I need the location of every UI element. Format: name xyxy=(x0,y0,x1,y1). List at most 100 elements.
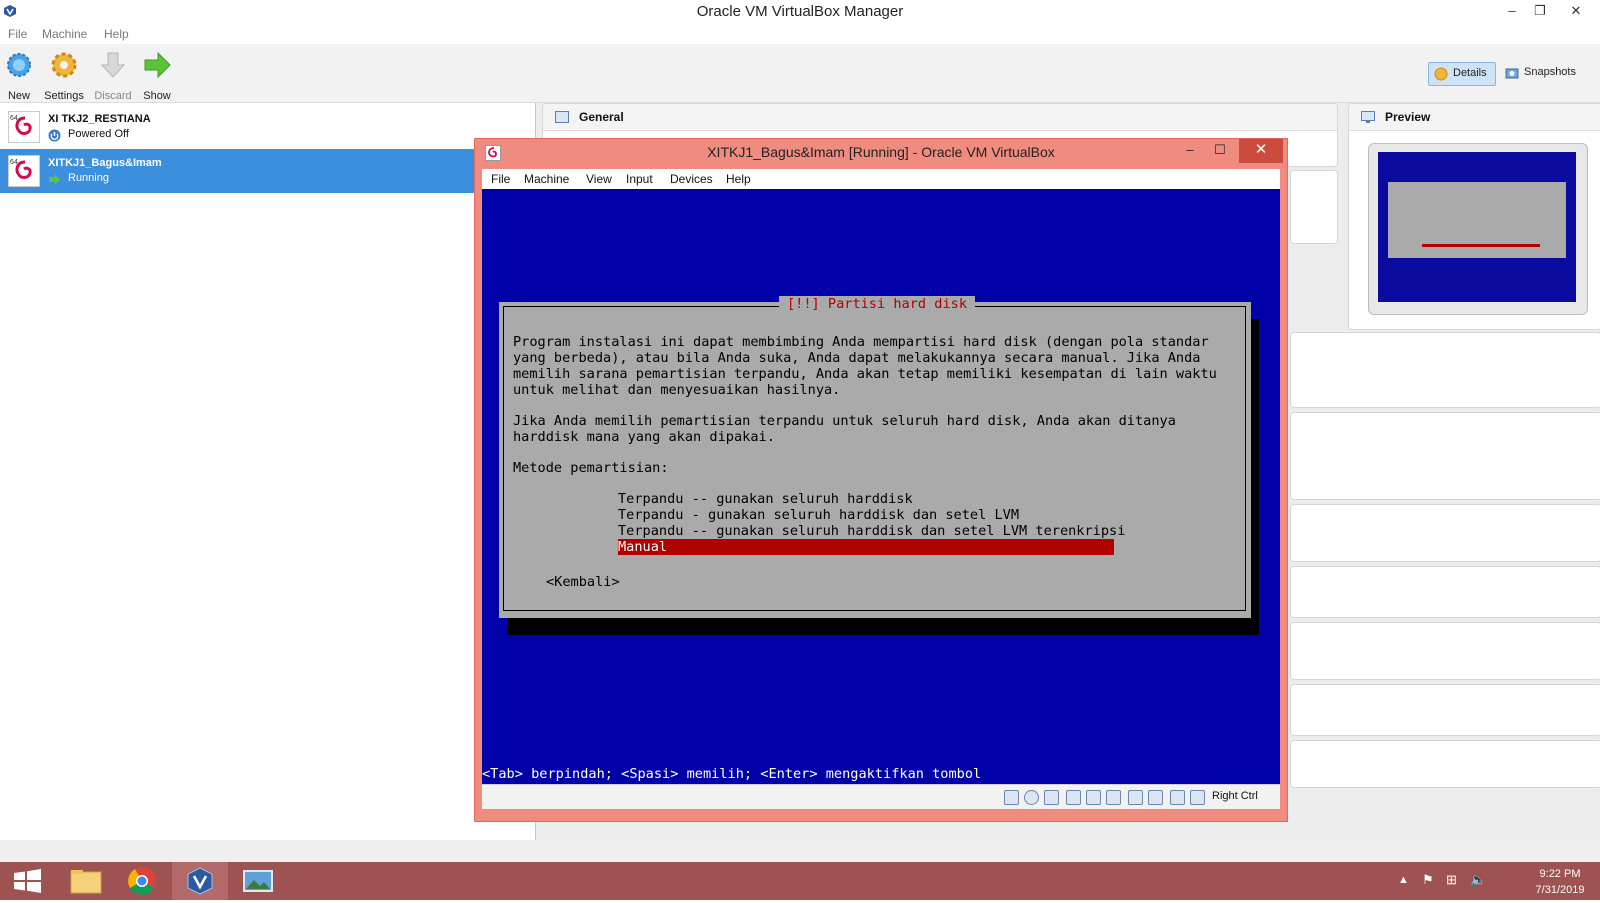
dialog-text-line: Program instalasi ini dapat membimbing A… xyxy=(513,334,1209,350)
detail-pane xyxy=(1290,622,1600,680)
show-button[interactable]: Show xyxy=(134,50,180,102)
vm-menu-file[interactable]: File xyxy=(491,172,510,186)
audio-icon[interactable] xyxy=(1044,790,1059,805)
partition-dialog: [!!] Partisi hard disk Program instalasi… xyxy=(499,296,1251,618)
flag-icon[interactable]: ⚑ xyxy=(1422,872,1434,888)
vm-item-xitkj1-bagus-imam[interactable]: 64 XITKJ1_Bagus&Imam Running xyxy=(0,149,535,193)
settings-icon xyxy=(51,52,77,78)
video-capture-icon[interactable] xyxy=(1148,790,1163,805)
manager-titlebar: Oracle VM VirtualBox Manager – ❐ ✕ xyxy=(0,0,1600,24)
dialog-title: [!!] Partisi hard disk xyxy=(786,296,968,312)
vm-list: 64 XI TKJ2_RESTIANA Powered Off 64 XITKJ… xyxy=(0,103,536,840)
general-icon xyxy=(555,111,569,123)
vm-name: XI TKJ2_RESTIANA xyxy=(48,113,151,125)
close-button[interactable]: ✕ xyxy=(1554,0,1598,22)
vm-maximize-button[interactable]: ☐ xyxy=(1205,139,1235,163)
debian-icon: 64 xyxy=(8,111,40,143)
network-icon[interactable] xyxy=(1066,790,1081,805)
vm-item-xi-tkj2-restiana[interactable]: 64 XI TKJ2_RESTIANA Powered Off xyxy=(0,105,535,149)
partition-option[interactable]: Terpandu - gunakan seluruh harddisk dan … xyxy=(618,507,1114,523)
dialog-text-line: Jika Anda memilih pemartisian terpandu u… xyxy=(513,413,1176,429)
dialog-text-line: memilih sarana pemartisian terpandu, And… xyxy=(513,366,1217,382)
detail-pane xyxy=(1290,332,1600,408)
new-button[interactable]: New xyxy=(0,50,42,102)
partition-option[interactable]: Terpandu -- gunakan seluruh harddisk dan… xyxy=(618,523,1125,539)
folder-icon xyxy=(70,870,102,894)
settings-button[interactable]: Settings xyxy=(41,50,87,102)
partition-option-selected[interactable]: Manual xyxy=(618,539,1114,555)
start-button[interactable] xyxy=(0,862,56,900)
vm-menu-help[interactable]: Help xyxy=(726,172,751,186)
discard-label: Discard xyxy=(94,90,132,102)
display-icon[interactable] xyxy=(1128,790,1143,805)
restore-button[interactable]: ❐ xyxy=(1526,0,1554,22)
detail-pane xyxy=(1290,170,1338,244)
optical-drive-icon[interactable] xyxy=(1024,790,1039,805)
vm-menubar: File Machine View Input Devices Help xyxy=(482,169,1280,189)
vm-menu-machine[interactable]: Machine xyxy=(524,172,569,186)
settings-label: Settings xyxy=(44,90,84,102)
vm-state: Running xyxy=(68,172,109,184)
vm-menu-input[interactable]: Input xyxy=(626,172,653,186)
snapshots-tab[interactable]: Snapshots xyxy=(1500,62,1584,84)
back-button[interactable]: <Kembali> xyxy=(546,574,620,590)
vm-minimize-button[interactable]: – xyxy=(1175,139,1205,163)
dialog-text-line: harddisk mana yang akan dipakai. xyxy=(513,429,775,445)
vm-menu-devices[interactable]: Devices xyxy=(670,172,713,186)
preview-screen xyxy=(1378,152,1576,302)
taskbar-file-explorer[interactable] xyxy=(58,862,114,900)
network-tray-icon[interactable]: ⊞ xyxy=(1446,872,1457,888)
preview-pane-title: Preview xyxy=(1385,110,1431,124)
manager-status-strip xyxy=(0,840,1600,862)
show-icon xyxy=(144,51,171,79)
mouse-integration-icon[interactable] xyxy=(1190,790,1205,805)
host-key-label: Right Ctrl xyxy=(1212,790,1258,802)
clock-time[interactable]: 9:22 PM xyxy=(1530,868,1590,880)
svg-text:64: 64 xyxy=(10,159,18,166)
new-label: New xyxy=(7,90,30,102)
details-icon xyxy=(1434,67,1448,81)
detail-pane xyxy=(1290,566,1600,618)
snapshots-label: Snapshots xyxy=(1524,66,1576,78)
taskbar-chrome[interactable] xyxy=(114,862,170,900)
menu-file[interactable]: File xyxy=(8,27,27,41)
show-hidden-icons-icon[interactable]: ▲ xyxy=(1398,874,1409,886)
preview-icon xyxy=(1361,111,1375,123)
chrome-icon xyxy=(128,867,156,895)
vm-statusbar: Right Ctrl xyxy=(482,784,1280,809)
minimize-button[interactable]: – xyxy=(1498,0,1526,22)
dialog-text-line: untuk melihat dan menyesuaikan hasilnya. xyxy=(513,382,841,398)
partition-option[interactable]: Terpandu -- gunakan seluruh harddisk xyxy=(618,491,1114,507)
guest-screen[interactable]: [!!] Partisi hard disk Program instalasi… xyxy=(482,189,1280,784)
general-pane-header: General xyxy=(543,104,1337,131)
details-tab[interactable]: Details xyxy=(1428,62,1496,86)
taskbar-image-viewer[interactable] xyxy=(230,862,286,900)
running-icon xyxy=(49,174,60,185)
taskbar-virtualbox[interactable] xyxy=(172,862,228,900)
svg-text:64: 64 xyxy=(10,115,18,122)
detail-pane xyxy=(1290,412,1600,500)
cpu-icon[interactable] xyxy=(1170,790,1185,805)
virtualbox-taskbar-icon xyxy=(187,867,213,895)
power-off-icon xyxy=(48,129,61,142)
details-label: Details xyxy=(1453,67,1487,79)
shared-folders-icon[interactable] xyxy=(1106,790,1121,805)
vm-menu-view[interactable]: View xyxy=(586,172,612,186)
snapshots-icon xyxy=(1505,68,1519,79)
image-viewer-icon xyxy=(243,870,273,892)
preview-dialog xyxy=(1388,182,1566,258)
show-label: Show xyxy=(143,90,171,102)
clock-date[interactable]: 7/31/2019 xyxy=(1530,884,1590,896)
volume-muted-icon[interactable]: 🔈 xyxy=(1470,872,1486,888)
discard-button[interactable]: Discard xyxy=(90,50,136,102)
hard-disk-icon[interactable] xyxy=(1004,790,1019,805)
keyboard-hint: <Tab> berpindah; <Spasi> memilih; <Enter… xyxy=(482,766,1262,782)
menu-machine[interactable]: Machine xyxy=(42,27,87,41)
usb-icon[interactable] xyxy=(1086,790,1101,805)
manager-menubar: File Machine Help xyxy=(0,24,1600,44)
manager-toolbar: New Settings Discard Show xyxy=(0,44,1600,103)
vm-close-button[interactable]: ✕ xyxy=(1239,139,1283,163)
vm-window: XITKJ1_Bagus&Imam [Running] - Oracle VM … xyxy=(474,138,1288,822)
menu-help[interactable]: Help xyxy=(104,27,129,41)
new-icon xyxy=(7,53,31,77)
